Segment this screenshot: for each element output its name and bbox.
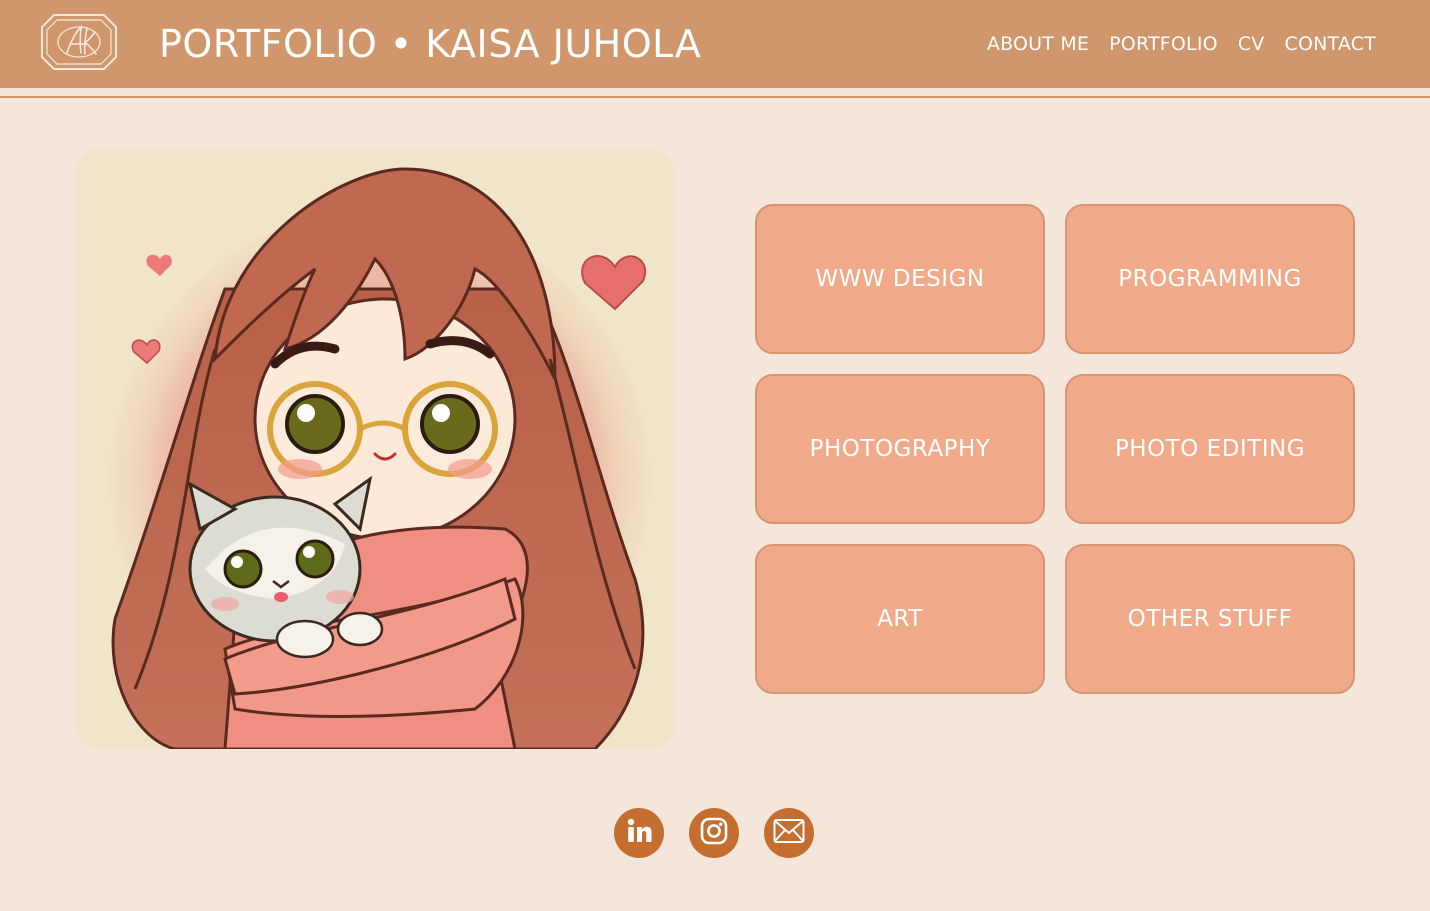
category-photo-editing-button[interactable]: PHOTO EDITING: [1065, 374, 1355, 524]
email-link[interactable]: [764, 808, 814, 858]
category-www-design-button[interactable]: WWW DESIGN: [755, 204, 1045, 354]
nav-cv[interactable]: CV: [1238, 28, 1265, 60]
monogram-logo[interactable]: [40, 13, 118, 71]
email-icon: [773, 818, 805, 848]
linkedin-icon: [624, 816, 654, 850]
instagram-link[interactable]: [689, 808, 739, 858]
main-nav: ABOUT ME PORTFOLIO CV CONTACT: [987, 28, 1376, 60]
social-links: [614, 808, 814, 858]
category-programming-button[interactable]: PROGRAMMING: [1065, 204, 1355, 354]
nav-contact[interactable]: CONTACT: [1284, 28, 1376, 60]
category-grid: WWW DESIGN PROGRAMMING PHOTOGRAPHY PHOTO…: [755, 204, 1355, 694]
nav-about-me[interactable]: ABOUT ME: [987, 28, 1089, 60]
instagram-icon: [700, 817, 728, 849]
nav-portfolio[interactable]: PORTFOLIO: [1109, 28, 1218, 60]
category-other-stuff-button[interactable]: OTHER STUFF: [1065, 544, 1355, 694]
site-title: PORTFOLIO • KAISA JUHOLA: [159, 22, 702, 66]
category-art-button[interactable]: ART: [755, 544, 1045, 694]
linkedin-link[interactable]: [614, 808, 664, 858]
header-divider: [0, 96, 1430, 98]
category-photography-button[interactable]: PHOTOGRAPHY: [755, 374, 1045, 524]
site-header: PORTFOLIO • KAISA JUHOLA ABOUT ME PORTFO…: [0, 0, 1430, 88]
portrait-illustration: [75, 149, 675, 749]
